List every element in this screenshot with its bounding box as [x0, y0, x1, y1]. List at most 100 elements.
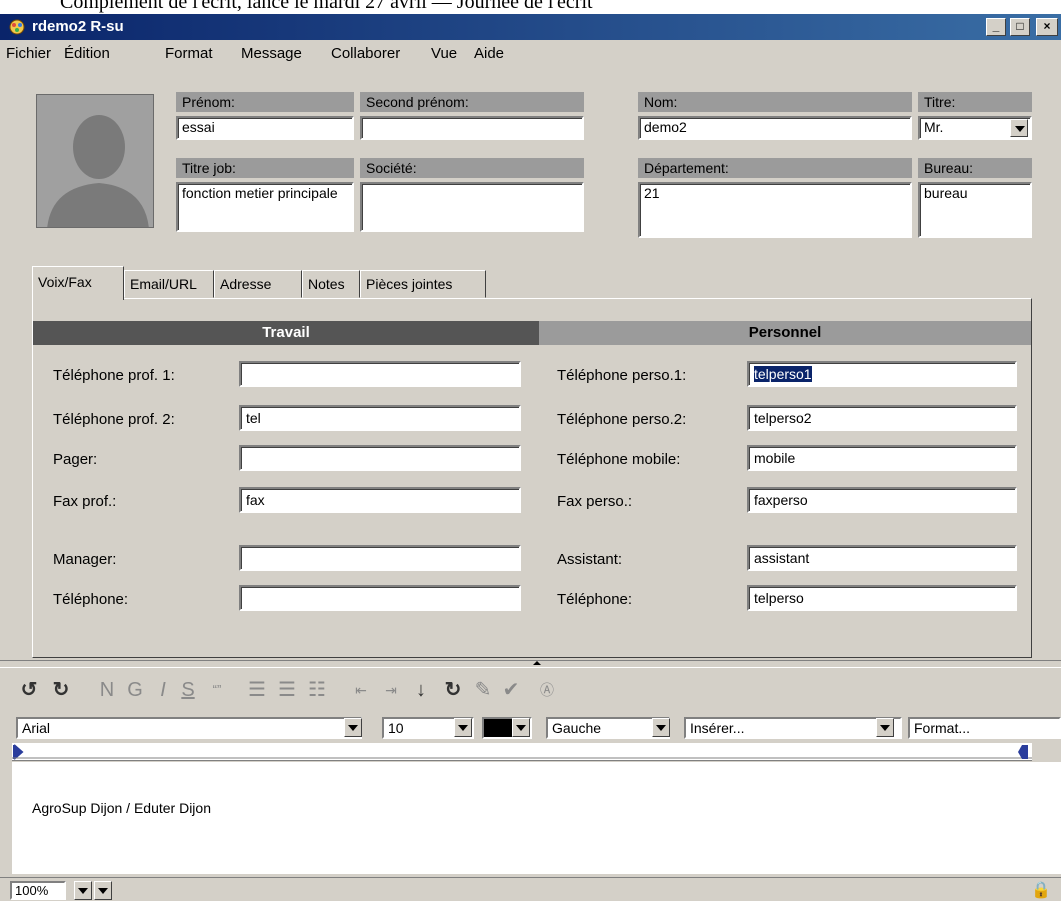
personal-telephone-field[interactable]: telperso [747, 585, 1017, 611]
menu-aide[interactable]: Aide [474, 45, 504, 62]
notes-app-icon [9, 19, 25, 35]
tab-voix-fax[interactable]: Voix/Fax [32, 266, 124, 300]
second-prenom-label: Second prénom: [360, 92, 584, 112]
text-ruler[interactable] [12, 743, 1032, 761]
quote-icon[interactable]: “” [204, 678, 230, 702]
pager-field[interactable] [239, 445, 521, 471]
indent-icon[interactable]: ⇥ [378, 678, 404, 702]
tel-prof-2-label: Téléphone prof. 2: [53, 411, 175, 428]
titre-job-label: Titre job: [176, 158, 354, 178]
background-text-strip: Complément de l'écrit, iancé le mardi 27… [0, 0, 1061, 14]
spellcheck-icon[interactable]: ✔ [498, 678, 524, 702]
format-toolbar: ↺ ↻ N G I S “” ☰ ☰ ☷ ⇤ ⇥ ↓ ↻ ✎ ✔ Ⓐ [0, 670, 1061, 710]
italic-icon[interactable]: G [124, 678, 146, 702]
insert-icon[interactable]: ↓ [408, 678, 434, 702]
notes-editor[interactable]: AgroSup Dijon / Eduter Dijon [12, 762, 1061, 874]
font-select[interactable]: Arial [16, 717, 362, 739]
tel-mobile-label: Téléphone mobile: [557, 451, 681, 468]
second-prenom-field[interactable] [360, 116, 584, 140]
ruler-graphic [12, 744, 1032, 760]
bold-icon[interactable]: N [96, 678, 118, 702]
tab-pieces-jointes[interactable]: Pièces jointes [360, 270, 486, 298]
font-combo-row: Arial 10 Gauche Insérer... Format... [0, 714, 1061, 742]
zoom-dropdown-arrow-icon[interactable] [74, 881, 92, 900]
text-effects-icon[interactable]: Ⓐ [534, 678, 560, 702]
personnel-header: Personnel [539, 321, 1031, 345]
bureau-field[interactable]: bureau [918, 182, 1032, 238]
tel-prof-2-field[interactable]: tel [239, 405, 521, 431]
tel-perso-2-label: Téléphone perso.2: [557, 411, 687, 428]
tel-perso-1-field[interactable]: telperso1 [747, 361, 1017, 387]
align-dropdown-arrow-icon[interactable] [652, 718, 670, 737]
tab-email-url[interactable]: Email/URL [124, 270, 214, 298]
italic-style-icon[interactable]: I [152, 678, 174, 702]
work-telephone-field[interactable] [239, 585, 521, 611]
fax-perso-field[interactable]: faxperso [747, 487, 1017, 513]
pager-label: Pager: [53, 451, 98, 468]
avatar-placeholder-icon [37, 95, 153, 227]
fax-perso-label: Fax perso.: [557, 493, 633, 510]
prenom-field[interactable]: essai [176, 116, 354, 140]
undo-icon[interactable]: ↺ [16, 678, 42, 702]
zoom-field[interactable]: 100% [10, 881, 66, 900]
splitter-grip-icon [533, 661, 541, 665]
tab-adresse[interactable]: Adresse [214, 270, 302, 298]
menu-bar: Fichier Édition Format Message Collabore… [0, 40, 1061, 66]
background-text: Complément de l'écrit, iancé le mardi 27… [60, 0, 593, 13]
assistant-label: Assistant: [557, 551, 623, 568]
outdent-icon[interactable]: ⇤ [348, 678, 374, 702]
font-dropdown-arrow-icon[interactable] [344, 718, 362, 737]
size-dropdown-arrow-icon[interactable] [454, 718, 472, 737]
manager-label: Manager: [53, 551, 117, 568]
insert-dropdown-arrow-icon[interactable] [876, 718, 894, 737]
tel-prof-1-label: Téléphone prof. 1: [53, 367, 175, 384]
redo-icon[interactable]: ↻ [48, 678, 74, 702]
tab-notes[interactable]: Notes [302, 270, 360, 298]
zoom-stepper-icon[interactable] [94, 881, 112, 900]
fax-prof-field[interactable]: fax [239, 487, 521, 513]
menu-fichier[interactable]: Fichier [6, 45, 51, 62]
menu-edition[interactable]: Édition [64, 45, 110, 62]
insert-select[interactable]: Insérer... [684, 717, 902, 739]
window-title: rdemo2 R-su [32, 18, 124, 35]
nom-label: Nom: [638, 92, 912, 112]
pane-splitter[interactable] [0, 660, 1061, 668]
indent-list-icon[interactable]: ☷ [304, 678, 330, 702]
refresh-icon[interactable]: ↻ [440, 678, 466, 702]
tel-perso-1-label: Téléphone perso.1: [557, 367, 687, 384]
societe-label: Société: [360, 158, 584, 178]
numbered-list-icon[interactable]: ☰ [274, 678, 300, 702]
tel-perso-2-field[interactable]: telperso2 [747, 405, 1017, 431]
close-button[interactable]: × [1036, 18, 1058, 36]
societe-field[interactable] [360, 182, 584, 232]
title-bar[interactable]: rdemo2 R-su _ □ × [0, 14, 1061, 40]
menu-format[interactable]: Format [165, 45, 213, 62]
travail-header: Travail [33, 321, 539, 345]
lock-icon: 🔒 [1031, 882, 1051, 899]
fax-prof-label: Fax prof.: [53, 493, 117, 510]
titre-job-field[interactable]: fonction metier principale [176, 182, 354, 232]
contact-window: rdemo2 R-su _ □ × Fichier Édition Format… [0, 14, 1061, 901]
prenom-label: Prénom: [176, 92, 354, 112]
tel-mobile-field[interactable]: mobile [747, 445, 1017, 471]
menu-collaborer[interactable]: Collaborer [331, 45, 400, 62]
underline-icon[interactable]: S [176, 678, 200, 702]
color-dropdown-arrow-icon[interactable] [512, 718, 530, 737]
tel-prof-1-field[interactable] [239, 361, 521, 387]
assistant-field[interactable]: assistant [747, 545, 1017, 571]
departement-field[interactable]: 21 [638, 182, 912, 238]
bureau-label: Bureau: [918, 158, 1032, 178]
menu-vue[interactable]: Vue [431, 45, 457, 62]
pencil-icon[interactable]: ✎ [470, 678, 496, 702]
work-telephone-label: Téléphone: [53, 591, 129, 608]
nom-field[interactable]: demo2 [638, 116, 912, 140]
maximize-button[interactable]: □ [1010, 18, 1030, 36]
contact-photo[interactable] [36, 94, 154, 228]
titre-dropdown-arrow-icon[interactable] [1010, 119, 1028, 137]
titre-label: Titre: [918, 92, 1032, 112]
format-select[interactable]: Format... [908, 717, 1061, 739]
menu-message[interactable]: Message [241, 45, 302, 62]
bullet-list-icon[interactable]: ☰ [244, 678, 270, 702]
manager-field[interactable] [239, 545, 521, 571]
minimize-button[interactable]: _ [986, 18, 1006, 36]
